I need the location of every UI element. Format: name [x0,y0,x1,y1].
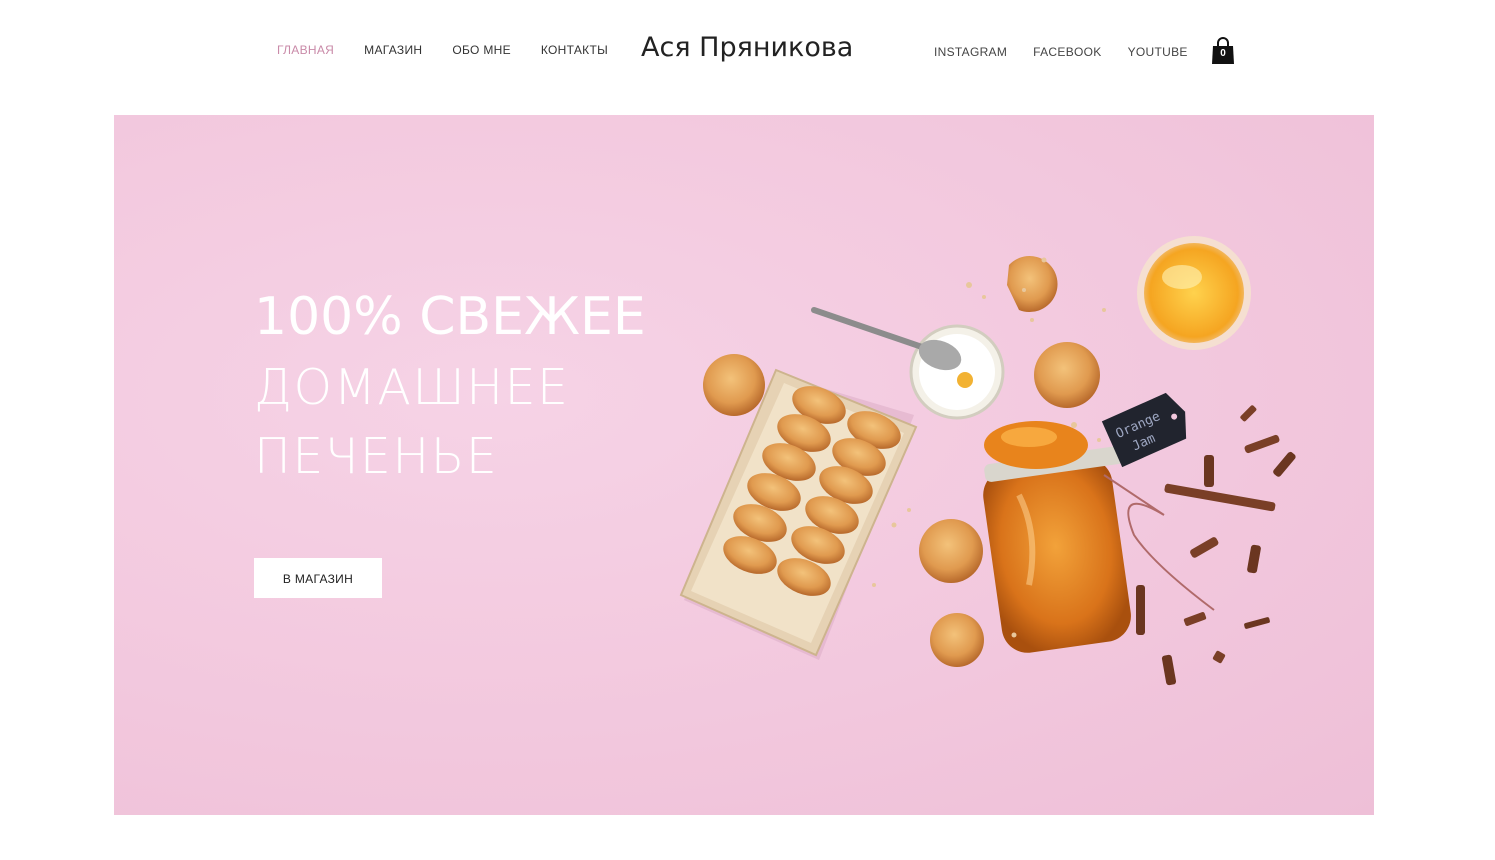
nav-item-contacts[interactable]: КОНТАКТЫ [541,43,608,57]
social-link-youtube[interactable]: YOUTUBE [1128,45,1188,59]
cart-count-badge: 0 [1220,48,1226,59]
site-header: ГЛАВНАЯ МАГАЗИН ОБО МНЕ КОНТАКТЫ Ася Пря… [0,0,1495,110]
social-link-instagram[interactable]: INSTAGRAM [934,45,1007,59]
hero-heading-line2: ДОМАШНЕЕ [254,359,570,416]
hero-heading-line1: 100% СВЕЖЕЕ [254,287,646,347]
nav-item-home[interactable]: ГЛАВНАЯ [277,43,334,57]
site-brand-title[interactable]: Ася Пряникова [641,32,853,63]
main-nav: ГЛАВНАЯ МАГАЗИН ОБО МНЕ КОНТАКТЫ [277,43,608,57]
orange-jam-jar [983,421,1131,653]
social-link-facebook[interactable]: FACEBOOK [1033,45,1101,59]
hero-banner: Orange Jam 100% СВЕЖЕЕ ДОМАШНЕЕ ПЕЧЕНЬЕ … [114,115,1374,815]
social-nav: INSTAGRAM FACEBOOK YOUTUBE [934,45,1188,59]
cart-button[interactable]: 0 [1211,37,1235,65]
hero-heading-line3: ПЕЧЕНЬЕ [254,428,499,485]
nav-item-shop[interactable]: МАГАЗИН [364,43,422,57]
shop-now-button[interactable]: В МАГАЗИН [254,558,382,598]
nav-item-about[interactable]: ОБО МНЕ [452,43,511,57]
hero-heading: 100% СВЕЖЕЕ ДОМАШНЕЕ ПЕЧЕНЬЕ [254,291,646,481]
